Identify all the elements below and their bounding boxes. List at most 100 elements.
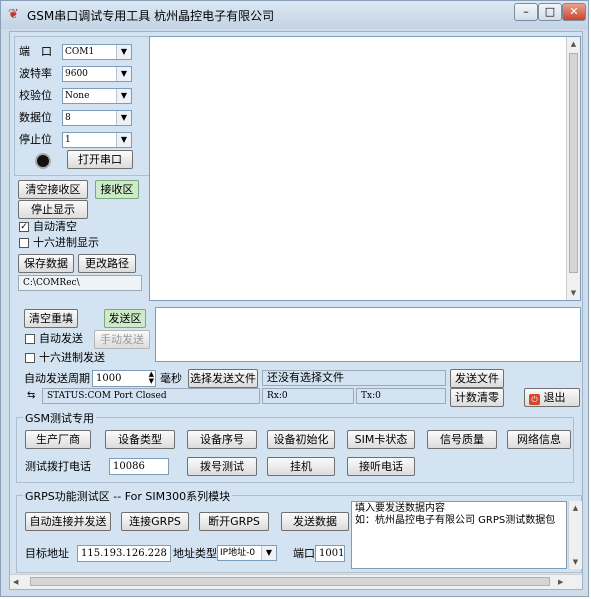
plug-icon: ⇆ <box>27 390 36 401</box>
gsm-manufacturer-button[interactable]: 生产厂商 <box>25 430 91 449</box>
send-text-area[interactable] <box>155 307 581 362</box>
gsm-network-info-button[interactable]: 网络信息 <box>507 430 571 449</box>
period-input[interactable]: 1000 ▲ ▼ <box>92 370 156 387</box>
maximize-button[interactable]: □ <box>538 3 562 21</box>
chevron-down-icon: ▼ <box>261 546 276 560</box>
address-type-select[interactable]: IP地址-0 ▼ <box>217 545 277 561</box>
auto-clear-label: 自动清空 <box>33 220 77 233</box>
baud-label: 波特率 <box>19 67 52 80</box>
chevron-down-icon: ▼ <box>116 89 131 103</box>
clear-receive-button[interactable]: 清空接收区 <box>18 180 88 199</box>
parity-label: 校验位 <box>19 89 52 102</box>
gprs-data-scrollbar[interactable]: ▲ ▼ <box>568 501 582 569</box>
scroll-right-icon[interactable]: ▶ <box>558 575 563 589</box>
ms-label: 毫秒 <box>160 372 182 385</box>
send-file-button[interactable]: 发送文件 <box>450 369 504 388</box>
disconnect-gprs-button[interactable]: 断开GRPS <box>199 512 269 531</box>
save-data-button[interactable]: 保存数据 <box>18 254 74 273</box>
open-port-button[interactable]: 打开串口 <box>67 150 133 169</box>
hex-send-checkbox[interactable] <box>25 353 35 363</box>
gsm-device-type-button[interactable]: 设备类型 <box>105 430 175 449</box>
hex-send-label: 十六进制发送 <box>39 351 105 364</box>
gsm-serial-number-button[interactable]: 设备序号 <box>187 430 257 449</box>
port-select[interactable]: COM1 ▼ <box>62 44 132 60</box>
stop-display-button[interactable]: 停止显示 <box>18 200 88 219</box>
exit-button[interactable]: ⏻ 退出 <box>524 388 580 407</box>
choose-file-button[interactable]: 选择发送文件 <box>188 369 258 388</box>
target-address-input[interactable]: 115.193.126.228 <box>77 545 171 562</box>
clear-resend-button[interactable]: 清空重填 <box>24 309 78 328</box>
auto-clear-checkbox[interactable]: ✓ <box>19 222 29 232</box>
chevron-down-icon: ▼ <box>116 67 131 81</box>
scroll-up-icon[interactable]: ▲ <box>569 501 582 515</box>
change-path-button[interactable]: 更改路径 <box>78 254 136 273</box>
gsm-group-title: GSM测试专用 <box>23 410 96 426</box>
databits-select[interactable]: 8 ▼ <box>62 110 132 126</box>
auto-send-checkbox[interactable] <box>25 334 35 344</box>
manual-send-button[interactable]: 手动发送 <box>94 330 150 349</box>
stopbits-label: 停止位 <box>19 133 52 146</box>
hex-display-label: 十六进制显示 <box>33 236 99 249</box>
address-type-label: 地址类型 <box>173 547 217 560</box>
port-status-text: STATUS:COM Port Closed <box>42 388 260 404</box>
period-label: 自动发送周期 <box>24 372 90 385</box>
gsm-sim-status-button[interactable]: SIM卡状态 <box>347 430 415 449</box>
gsm-test-group: GSM测试专用 生产厂商 设备类型 设备序号 设备初始化 SIM卡状态 信号质量… <box>16 410 574 483</box>
window-title: GSM串口调试专用工具 杭州晶控电子有限公司 <box>27 9 275 23</box>
receive-scrollbar[interactable]: ▲ ▼ <box>566 37 580 300</box>
close-button[interactable]: ✕ <box>562 3 586 21</box>
stopbits-select[interactable]: 1 ▼ <box>62 132 132 148</box>
gprs-group-title: GRPS功能测试区 -- For SIM300系列模块 <box>23 488 233 504</box>
save-path: C:\COMRec\ <box>18 275 142 291</box>
spinner-icon[interactable]: ▲ ▼ <box>149 371 154 385</box>
dial-label: 测试拨打电话 <box>25 460 91 473</box>
chevron-down-icon: ▼ <box>116 111 131 125</box>
receive-area-label: 接收区 <box>95 180 139 199</box>
hangup-button[interactable]: 挂机 <box>267 457 335 476</box>
send-area-label: 发送区 <box>104 309 146 328</box>
title-bar[interactable]: ❦ GSM串口调试专用工具 杭州晶控电子有限公司 – □ ✕ <box>1 1 588 29</box>
client-area: 端 口 COM1 ▼ 波特率 9600 ▼ 校验位 None ▼ 数据位 8 ▼ 停止位… <box>9 31 583 590</box>
file-status: 还没有选择文件 <box>262 370 446 386</box>
power-icon: ⏻ <box>529 394 540 405</box>
scroll-down-icon[interactable]: ▼ <box>569 555 582 569</box>
reset-count-button[interactable]: 计数清零 <box>450 388 504 407</box>
databits-label: 数据位 <box>19 111 52 124</box>
app-icon: ❦ <box>8 7 19 22</box>
target-address-label: 目标地址 <box>25 547 69 560</box>
scroll-thumb[interactable] <box>30 577 550 586</box>
scroll-left-icon[interactable]: ◀ <box>13 575 18 589</box>
scroll-down-icon[interactable]: ▼ <box>567 286 580 300</box>
receive-text-area[interactable] <box>149 36 581 301</box>
rx-counter: Rx:0 <box>262 388 354 404</box>
chevron-down-icon: ▼ <box>116 133 131 147</box>
gprs-port-input[interactable]: 1001 <box>315 545 345 562</box>
chevron-down-icon: ▼ <box>116 45 131 59</box>
gprs-data-textarea[interactable]: 填入要发送数据内容 如：杭州晶控电子有限公司 GRPS测试数据包 <box>351 501 567 569</box>
baud-select[interactable]: 9600 ▼ <box>62 66 132 82</box>
gprs-test-group: GRPS功能测试区 -- For SIM300系列模块 自动连接并发送 连接GR… <box>16 488 582 573</box>
horizontal-scrollbar[interactable]: ◀ ▶ <box>10 574 582 589</box>
connect-gprs-button[interactable]: 连接GRPS <box>121 512 189 531</box>
dial-test-button[interactable]: 拨号测试 <box>187 457 257 476</box>
gsm-init-button[interactable]: 设备初始化 <box>267 430 335 449</box>
gprs-port-label: 端口 <box>293 547 315 560</box>
auto-send-label: 自动发送 <box>39 332 83 345</box>
gprs-send-data-button[interactable]: 发送数据 <box>281 512 349 531</box>
minimize-button[interactable]: – <box>514 3 538 21</box>
answer-call-button[interactable]: 接听电话 <box>347 457 415 476</box>
auto-connect-send-button[interactable]: 自动连接并发送 <box>25 512 111 531</box>
scroll-thumb[interactable] <box>569 53 578 273</box>
serial-settings-panel: 端 口 COM1 ▼ 波特率 9600 ▼ 校验位 None ▼ 数据位 8 ▼ 停止位… <box>14 36 150 176</box>
gprs-data-line: 如：杭州晶控电子有限公司 GRPS测试数据包 <box>355 515 556 526</box>
main-window: ❦ GSM串口调试专用工具 杭州晶控电子有限公司 – □ ✕ 端 口 COM1 ▼… <box>0 0 589 597</box>
dial-number-input[interactable]: 10086 <box>109 458 169 475</box>
gprs-data-line: 填入要发送数据内容 <box>355 503 445 514</box>
port-label: 端 口 <box>19 45 52 58</box>
parity-select[interactable]: None ▼ <box>62 88 132 104</box>
port-status-indicator <box>35 153 51 169</box>
gsm-signal-quality-button[interactable]: 信号质量 <box>427 430 497 449</box>
scroll-up-icon[interactable]: ▲ <box>567 37 580 51</box>
tx-counter: Tx:0 <box>356 388 446 404</box>
hex-display-checkbox[interactable] <box>19 238 29 248</box>
